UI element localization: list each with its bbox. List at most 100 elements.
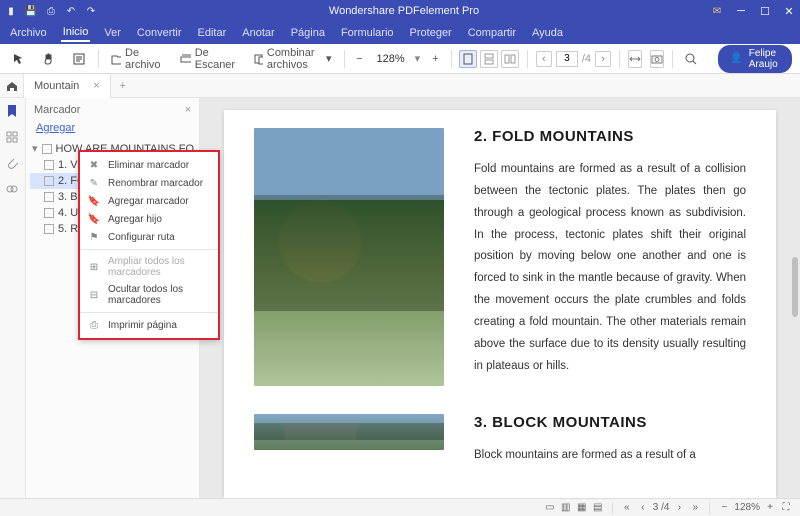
status-view2-icon[interactable]: ▥ <box>560 502 572 514</box>
app-logo-icon: ▮ <box>4 4 18 18</box>
status-page-last[interactable]: » <box>689 502 701 514</box>
home-tab[interactable] <box>0 74 24 98</box>
menu-inicio[interactable]: Inicio <box>61 24 91 42</box>
user-account-button[interactable]: 👤 Felipe Araujo <box>718 45 792 73</box>
zoom-out-button[interactable]: − <box>352 51 366 67</box>
sidebar-title: Marcador <box>34 104 80 116</box>
status-zoom-in[interactable]: + <box>764 502 776 514</box>
status-bar: ▭ ▥ ▦ ▤ « ‹ 3 /4 › » − 128% + ⛶ <box>0 498 800 516</box>
bookmarks-rail-icon[interactable] <box>5 104 21 120</box>
status-page-indicator: 3 /4 <box>653 502 670 513</box>
section3-image <box>254 414 444 450</box>
close-tab-icon[interactable]: × <box>93 80 99 92</box>
menu-anotar[interactable]: Anotar <box>240 25 276 41</box>
page-prev-button[interactable]: ‹ <box>536 51 552 67</box>
flag-icon: ⚑ <box>88 231 100 243</box>
page-total: /4 <box>582 53 591 65</box>
section2-image <box>254 128 444 386</box>
bookmark-context-menu: ✖Eliminar marcador ✎Renombrar marcador 🔖… <box>78 150 220 340</box>
status-view1-icon[interactable]: ▭ <box>544 502 556 514</box>
ctx-ampliar-todos: ⊞Ampliar todos los marcadores <box>80 253 218 281</box>
menu-convertir[interactable]: Convertir <box>135 25 184 41</box>
thumbnails-rail-icon[interactable] <box>5 130 21 146</box>
notification-icon[interactable]: ✉ <box>710 4 724 18</box>
zoom-in-button[interactable]: + <box>428 51 442 67</box>
from-scanner-button[interactable]: De Escaner <box>176 45 242 73</box>
menu-formulario[interactable]: Formulario <box>339 25 396 41</box>
status-page-next[interactable]: › <box>673 502 685 514</box>
ctx-renombrar[interactable]: ✎Renombrar marcador <box>80 174 218 192</box>
ctx-configurar-ruta[interactable]: ⚑Configurar ruta <box>80 228 218 246</box>
section2-body: Fold mountains are formed as a result of… <box>474 159 746 377</box>
menu-ayuda[interactable]: Ayuda <box>530 25 565 41</box>
hand-tool[interactable] <box>38 50 60 68</box>
left-icon-rail <box>0 98 26 498</box>
menu-compartir[interactable]: Compartir <box>466 25 518 41</box>
scroll-thumb[interactable] <box>792 257 798 317</box>
add-bookmark-icon: 🔖 <box>88 195 100 207</box>
print-icon[interactable]: ⎙ <box>44 4 58 18</box>
delete-icon: ✖ <box>88 159 100 171</box>
add-bookmark-link[interactable]: Agregar <box>26 122 199 140</box>
pdf-page: 2. FOLD MOUNTAINS Fold mountains are for… <box>224 110 776 498</box>
section2-heading: 2. FOLD MOUNTAINS <box>474 128 746 145</box>
maximize-button[interactable]: ☐ <box>758 4 772 18</box>
status-zoom-value: 128% <box>734 502 760 513</box>
ctx-eliminar[interactable]: ✖Eliminar marcador <box>80 156 218 174</box>
print-page-icon: ⎙ <box>88 319 100 331</box>
menu-archivo[interactable]: Archivo <box>8 25 49 41</box>
sidebar-close-icon[interactable]: × <box>185 104 191 116</box>
combine-files-button[interactable]: Combinar archivos▾ <box>250 45 335 73</box>
document-viewport[interactable]: 2. FOLD MOUNTAINS Fold mountains are for… <box>200 98 800 498</box>
toolbar: De archivo De Escaner Combinar archivos▾… <box>0 44 800 74</box>
user-icon: 👤 <box>730 53 742 64</box>
attachments-rail-icon[interactable] <box>5 156 21 172</box>
view-single-page[interactable] <box>459 50 477 68</box>
document-tab-label: Mountain <box>34 80 79 92</box>
status-page-prev[interactable]: ‹ <box>637 502 649 514</box>
menu-ver[interactable]: Ver <box>102 25 123 41</box>
edit-tool[interactable] <box>68 50 90 68</box>
save-icon[interactable]: 💾 <box>24 4 38 18</box>
redo-icon[interactable]: ↷ <box>84 4 98 18</box>
menu-bar: Archivo Inicio Ver Convertir Editar Anot… <box>0 22 800 44</box>
status-zoom-out[interactable]: − <box>718 502 730 514</box>
expand-icon: ⊞ <box>88 261 100 273</box>
vertical-scrollbar[interactable] <box>790 138 798 478</box>
ctx-agregar[interactable]: 🔖Agregar marcador <box>80 192 218 210</box>
status-view4-icon[interactable]: ▤ <box>592 502 604 514</box>
close-button[interactable]: ✕ <box>782 4 796 18</box>
status-view3-icon[interactable]: ▦ <box>576 502 588 514</box>
undo-icon[interactable]: ↶ <box>64 4 78 18</box>
select-tool[interactable] <box>8 50 30 68</box>
title-bar: ▮ 💾 ⎙ ↶ ↷ Wondershare PDFelement Pro ✉ ─… <box>0 0 800 22</box>
page-navigator: ‹ /4 › <box>536 51 611 67</box>
user-name: Felipe Araujo <box>749 48 780 70</box>
rename-icon: ✎ <box>88 177 100 189</box>
view-facing[interactable] <box>501 50 519 68</box>
fit-width-button[interactable] <box>628 50 642 68</box>
document-tab[interactable]: Mountain × <box>24 74 111 98</box>
document-tab-bar: Mountain × + <box>0 74 800 98</box>
section3-body: Block mountains are formed as a result o… <box>474 445 746 467</box>
menu-proteger[interactable]: Proteger <box>408 25 454 41</box>
new-tab-button[interactable]: + <box>111 80 135 92</box>
search-button[interactable] <box>680 50 702 68</box>
section3-heading: 3. BLOCK MOUNTAINS <box>474 414 746 431</box>
page-next-button[interactable]: › <box>595 51 611 67</box>
zoom-value: 128% <box>375 53 407 65</box>
status-page-first[interactable]: « <box>621 502 633 514</box>
view-continuous[interactable] <box>480 50 498 68</box>
menu-pagina[interactable]: Página <box>289 25 327 41</box>
ctx-agregar-hijo[interactable]: 🔖Agregar hijo <box>80 210 218 228</box>
ctx-ocultar-todos[interactable]: ⊟Ocultar todos los marcadores <box>80 281 218 309</box>
from-file-button[interactable]: De archivo <box>107 45 168 73</box>
add-child-icon: 🔖 <box>88 213 100 225</box>
comments-rail-icon[interactable] <box>5 182 21 198</box>
ctx-imprimir[interactable]: ⎙Imprimir página <box>80 316 218 334</box>
screenshot-button[interactable] <box>650 50 664 68</box>
status-fullscreen-icon[interactable]: ⛶ <box>780 502 792 514</box>
menu-editar[interactable]: Editar <box>196 25 229 41</box>
minimize-button[interactable]: ─ <box>734 4 748 18</box>
page-current-input[interactable] <box>556 51 578 67</box>
